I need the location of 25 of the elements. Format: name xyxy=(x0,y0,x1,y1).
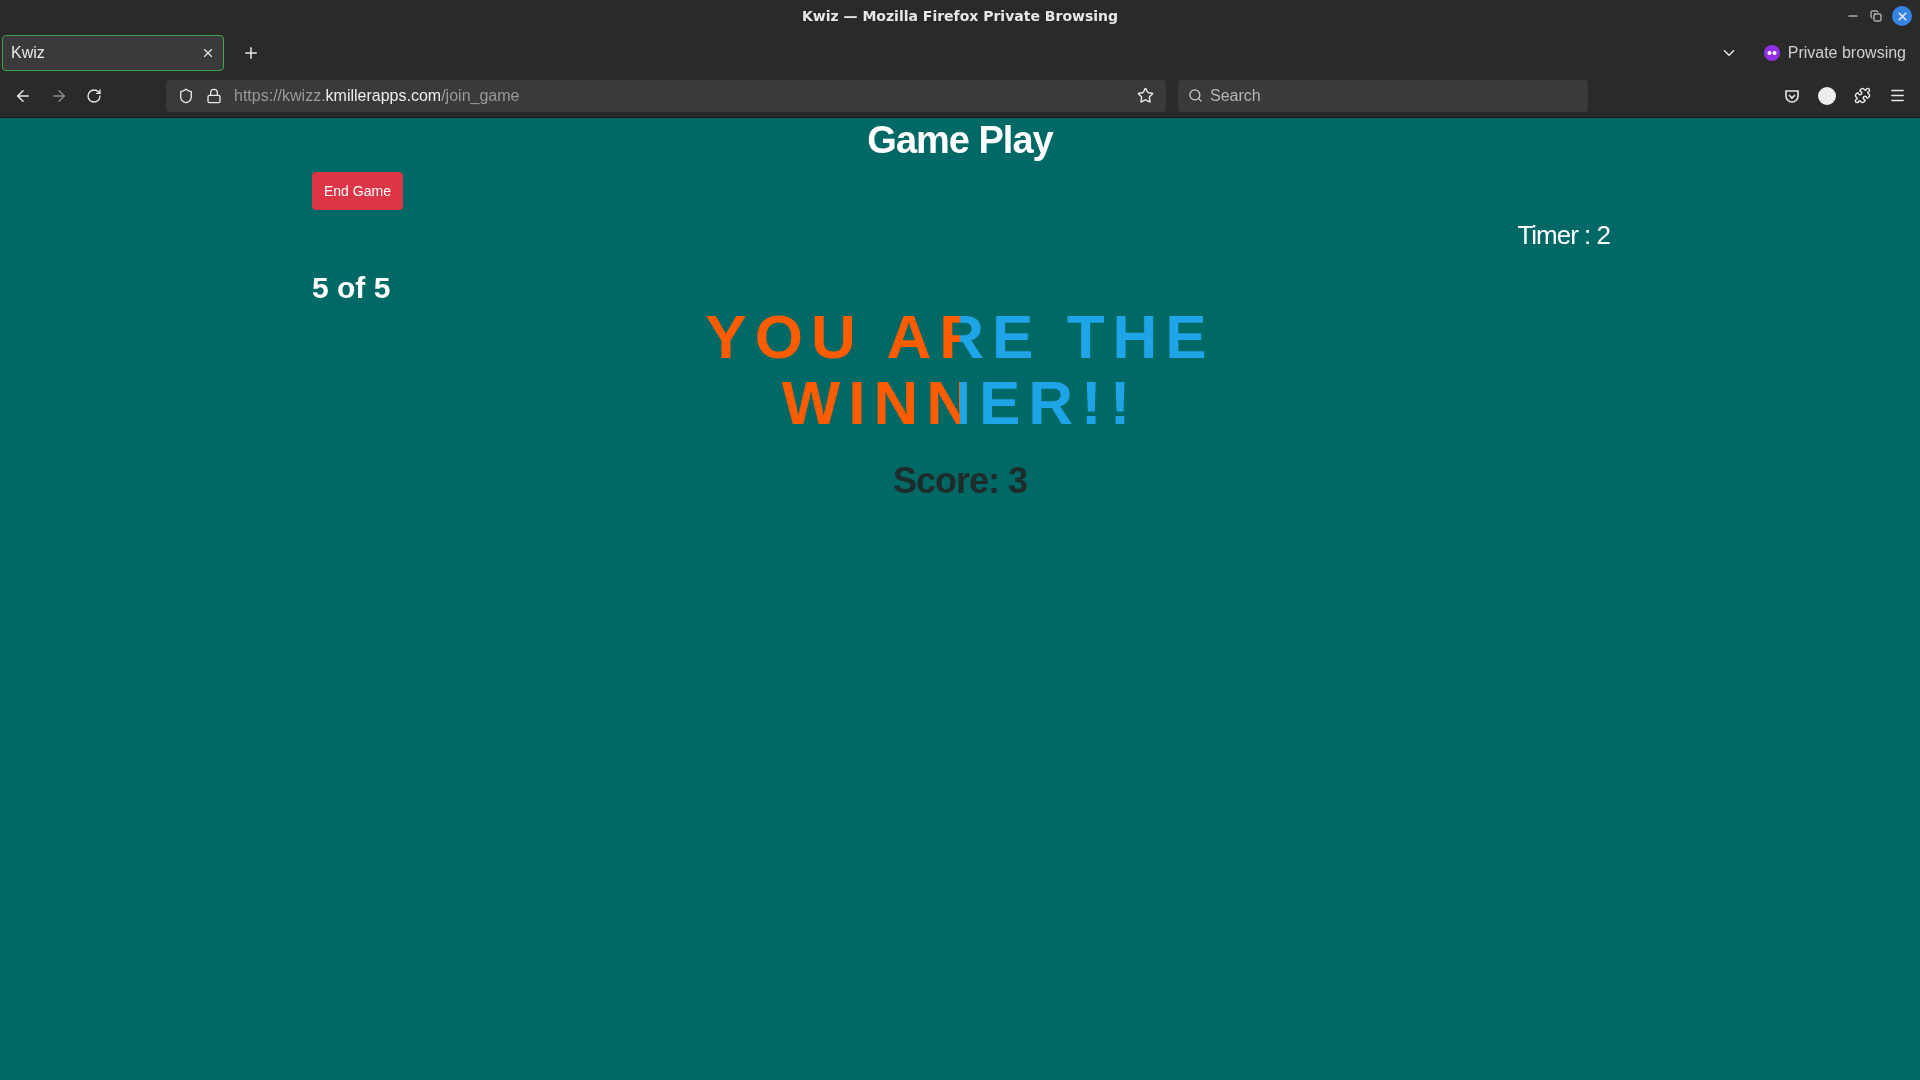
restore-icon[interactable] xyxy=(1870,10,1882,22)
close-icon xyxy=(1895,9,1909,23)
extensions-icon[interactable] xyxy=(1854,87,1871,104)
search-field[interactable]: Search xyxy=(1178,79,1588,112)
private-browsing-label: Private browsing xyxy=(1787,43,1906,63)
score: Score: 3 xyxy=(892,459,1028,503)
mask-icon xyxy=(1763,45,1780,61)
address-bar[interactable]: https://kwizz.kmillerapps.com/join_game xyxy=(166,79,1166,112)
search-icon xyxy=(1188,87,1203,103)
close-button[interactable] xyxy=(1892,6,1912,26)
lock-icon[interactable] xyxy=(206,87,222,104)
account-icon[interactable] xyxy=(1818,86,1836,105)
menu-icon[interactable] xyxy=(1889,87,1906,104)
bookmark-star-icon[interactable] xyxy=(1137,87,1154,104)
pocket-icon[interactable] xyxy=(1784,87,1800,104)
shield-icon[interactable] xyxy=(178,87,194,104)
timer: Timer : 2 xyxy=(1517,219,1610,252)
reload-icon[interactable] xyxy=(86,87,102,104)
window-title: Kwiz — Mozilla Firefox Private Browsing xyxy=(801,6,1119,26)
question-counter: 5 of 5 xyxy=(312,270,392,306)
close-tab-icon[interactable] xyxy=(201,46,215,60)
end-game-button[interactable]: End Game xyxy=(312,172,403,210)
page-heading: Game Play xyxy=(867,118,1053,162)
browser-tab[interactable]: Kwiz xyxy=(2,35,224,71)
new-tab-icon[interactable] xyxy=(242,44,260,62)
